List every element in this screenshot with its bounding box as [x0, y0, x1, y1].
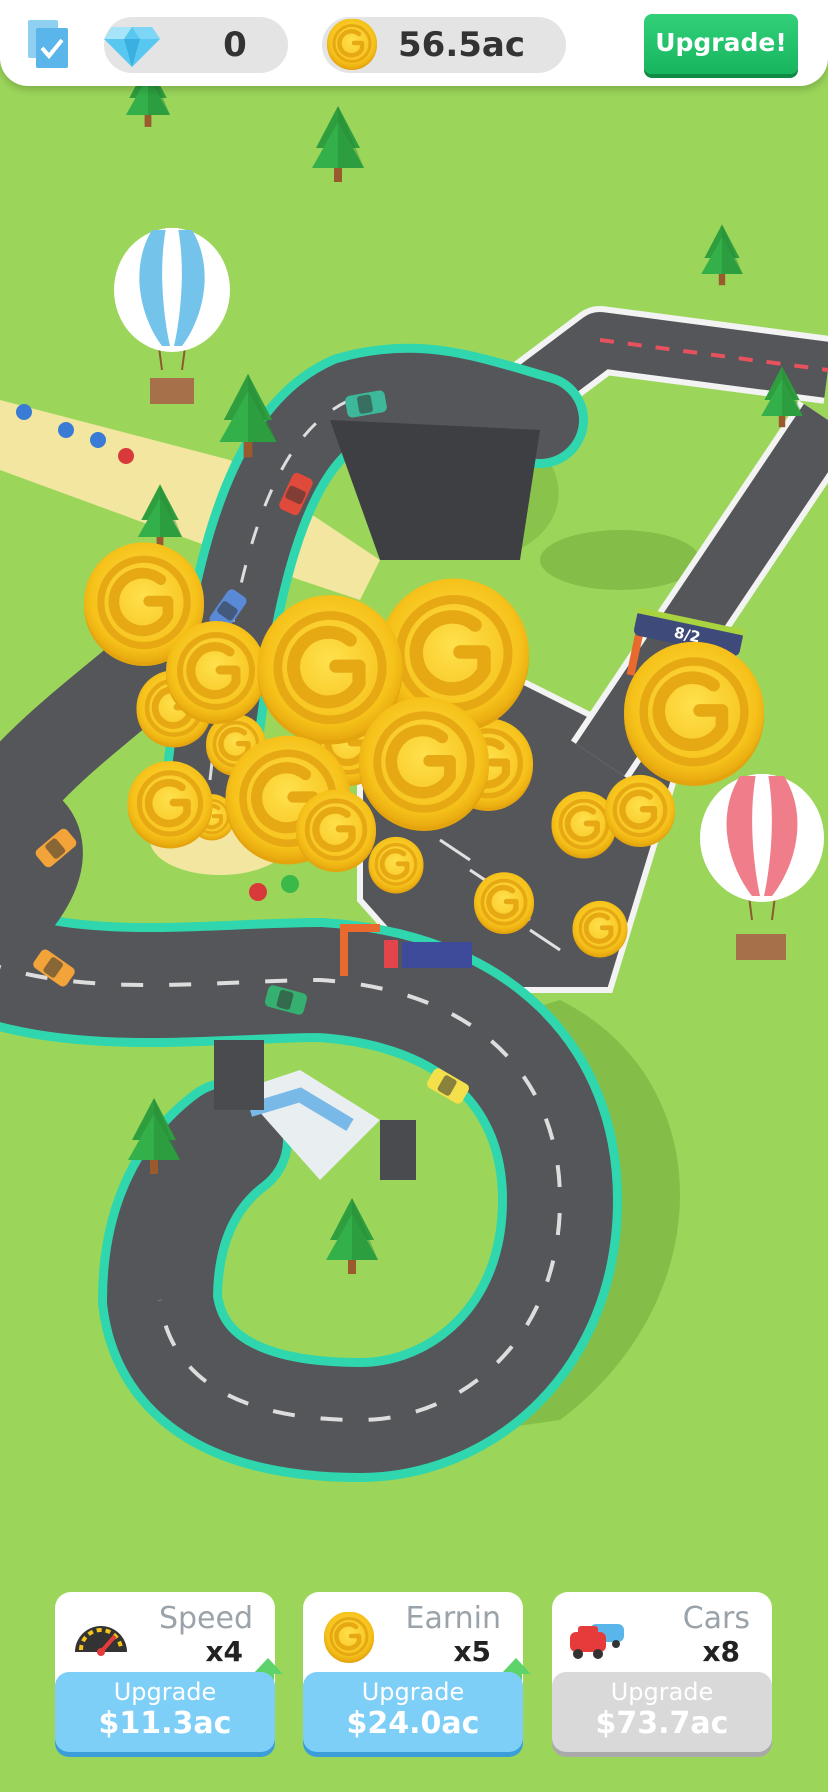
cars-upgrade-label: Upgrade — [610, 1678, 714, 1706]
top-bar: 0 56.5ac Upgrade! — [0, 0, 828, 86]
earnings-upgrade-button[interactable]: Upgrade $24.0ac — [303, 1672, 523, 1752]
cars-icon — [570, 1624, 624, 1659]
cars-upgrade-button[interactable]: Upgrade $73.7ac — [552, 1672, 772, 1752]
speedometer-icon — [75, 1626, 127, 1656]
speed-upgrade-label: Upgrade — [113, 1678, 217, 1706]
earnings-title: Earnin — [405, 1601, 501, 1636]
cars-title: Cars — [682, 1601, 750, 1636]
speed-upgrade-button[interactable]: Upgrade $11.3ac — [55, 1672, 275, 1752]
speed-upgrade-card[interactable]: Speed x4 Upgrade $11.3ac — [55, 1592, 283, 1752]
cars-upgrade-price: $73.7ac — [595, 1706, 729, 1741]
earnings-upgrade-label: Upgrade — [361, 1678, 465, 1706]
task-list-icon[interactable] — [26, 18, 72, 70]
upgrade-button[interactable]: Upgrade! — [644, 14, 798, 74]
earnings-multiplier: x5 — [453, 1635, 491, 1668]
gems-value: 0 — [223, 25, 247, 65]
coin-icon — [319, 1612, 379, 1664]
gems-counter: 0 — [104, 17, 288, 73]
speed-multiplier: x4 — [205, 1635, 243, 1668]
game-scene[interactable]: 8/2 — [0, 0, 828, 1792]
speed-upgrade-price: $11.3ac — [98, 1706, 232, 1741]
diamond-icon — [104, 27, 160, 67]
cars-upgrade-card[interactable]: Cars x8 Upgrade $73.7ac — [552, 1592, 772, 1752]
earnings-upgrade-price: $24.0ac — [346, 1706, 480, 1741]
coins-counter: 56.5ac — [322, 17, 566, 73]
cars-multiplier: x8 — [702, 1635, 740, 1668]
speed-title: Speed — [158, 1601, 253, 1636]
coins-value: 56.5ac — [398, 25, 525, 65]
earnings-upgrade-card[interactable]: Earnin x5 Upgrade $24.0ac — [303, 1592, 531, 1752]
coin-icon — [326, 19, 378, 71]
